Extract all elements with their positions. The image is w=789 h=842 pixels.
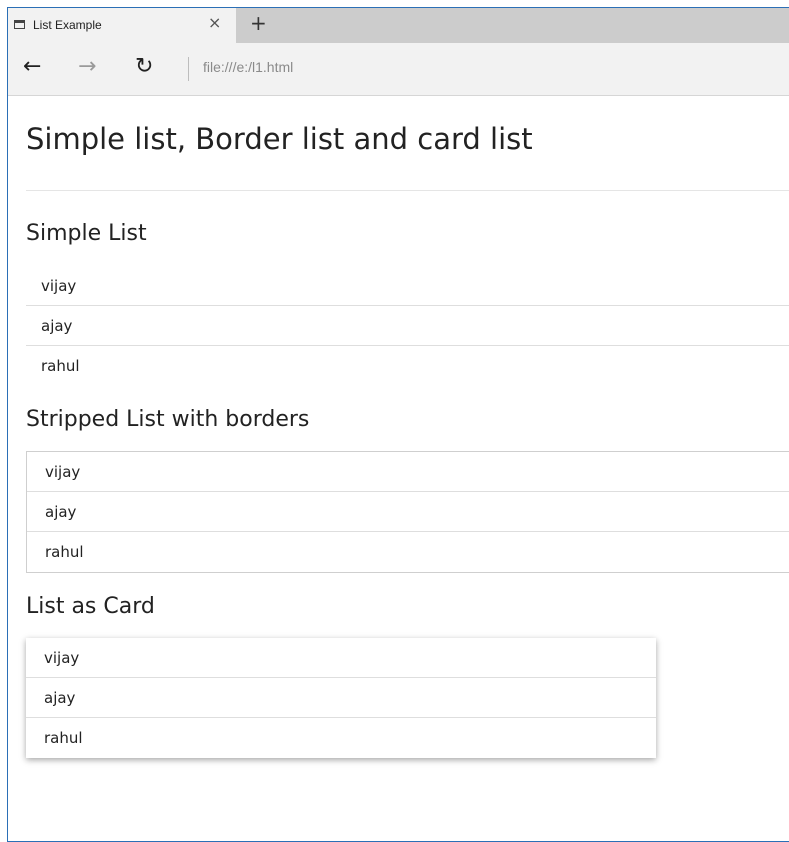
card-list: vijay ajay rahul (26, 638, 656, 758)
simple-list: vijay ajay rahul (26, 266, 789, 386)
page-title: Simple list, Border list and card list (26, 122, 533, 156)
close-tab-icon[interactable]: × (208, 13, 221, 32)
browser-window: List Example × + ← → ↻ file:///e:/l1.htm… (7, 7, 789, 842)
bordered-list: vijay ajay rahul (26, 451, 789, 573)
window-icon (14, 20, 25, 29)
address-divider (188, 57, 189, 81)
list-item: rahul (44, 729, 83, 747)
page-content: Simple list, Border list and card list S… (8, 96, 789, 841)
divider (26, 190, 789, 191)
list-item: vijay (26, 266, 789, 306)
refresh-icon[interactable]: ↻ (135, 55, 153, 79)
list-item: rahul (45, 543, 84, 561)
simple-list-heading: Simple List (26, 221, 147, 246)
tab-title: List Example (33, 18, 102, 32)
back-arrow-icon[interactable]: ← (23, 55, 41, 79)
bordered-list-heading: Stripped List with borders (26, 407, 310, 432)
list-item: rahul (41, 357, 80, 375)
address-bar[interactable]: file:///e:/l1.html (203, 59, 293, 75)
navigation-bar: ← → ↻ file:///e:/l1.html (8, 43, 789, 96)
list-item: ajay (26, 678, 656, 718)
list-item: vijay (27, 452, 789, 492)
tab-list-example[interactable]: List Example × (8, 8, 236, 43)
list-item: vijay (26, 638, 656, 678)
tab-strip: List Example × + (8, 8, 789, 43)
new-tab-icon[interactable]: + (250, 11, 267, 35)
card-list-heading: List as Card (26, 594, 155, 619)
list-item: ajay (27, 492, 789, 532)
forward-arrow-icon[interactable]: → (78, 55, 96, 79)
list-item: ajay (26, 306, 789, 346)
